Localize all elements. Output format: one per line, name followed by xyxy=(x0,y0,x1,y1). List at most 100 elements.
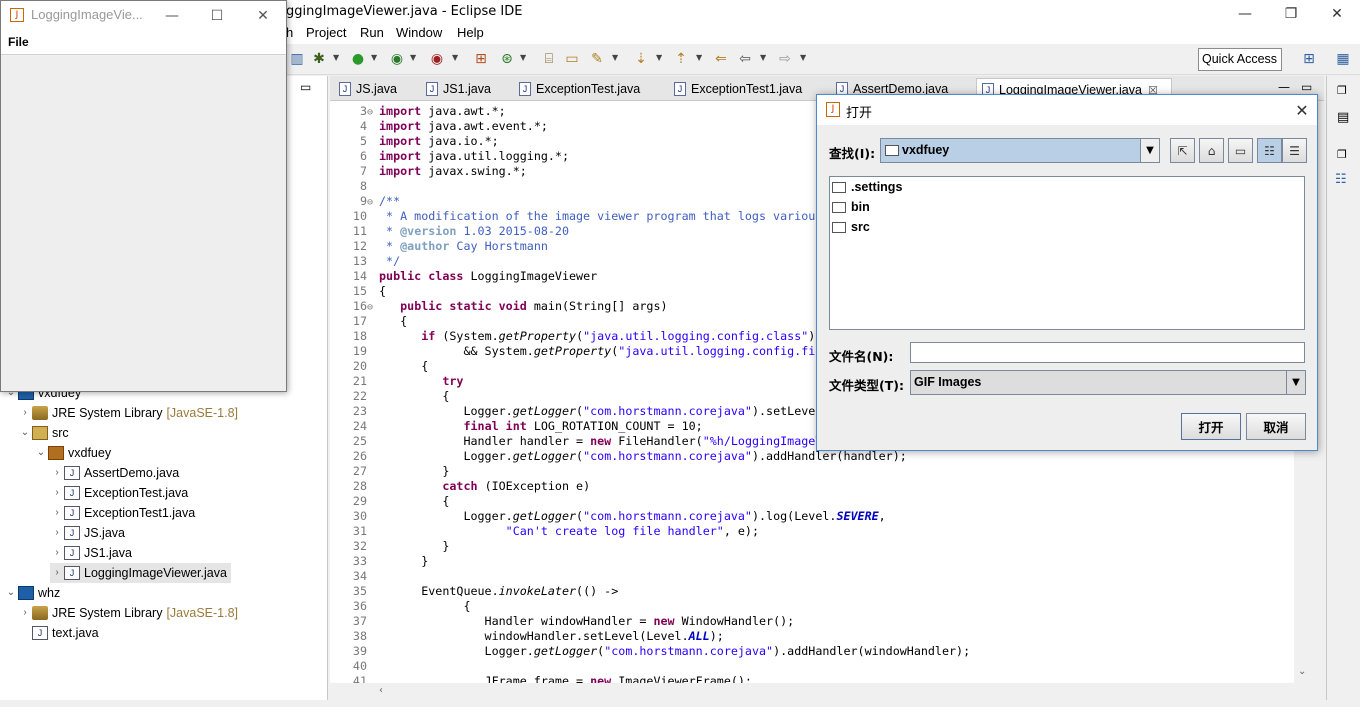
chevron-right-icon[interactable]: › xyxy=(50,503,64,523)
save-all-icon[interactable]: ▥ xyxy=(288,50,306,68)
code-line[interactable]: 16⊖ public static void main(String[] arg… xyxy=(340,299,668,314)
tree-jre-library[interactable]: › JRE System Library [JavaSE-1.8] xyxy=(18,403,238,423)
debug-icon[interactable]: ✱ xyxy=(310,50,328,68)
code-line[interactable]: 10 * A modification of the image viewer … xyxy=(340,209,822,224)
restore-view-icon[interactable]: ❐ xyxy=(1337,84,1347,97)
file-list-item[interactable]: src xyxy=(832,217,870,237)
code-line[interactable]: 12 * @author Cay Horstmann xyxy=(340,239,548,254)
code-line[interactable]: 19 && System.getProperty("java.util.logg… xyxy=(340,344,822,359)
minimize-button[interactable]: — xyxy=(1222,0,1268,27)
file-list-item[interactable]: .settings xyxy=(832,177,902,197)
chevron-right-icon[interactable]: › xyxy=(18,403,32,423)
code-line[interactable]: 3⊖ import java.awt.*; xyxy=(340,104,506,119)
details-view-button[interactable]: ☰ xyxy=(1282,138,1307,163)
code-line[interactable]: 13 */ xyxy=(340,254,400,269)
scroll-left-icon[interactable]: ‹ xyxy=(379,685,383,696)
tree-file-assertdemo[interactable]: › J AssertDemo.java xyxy=(50,463,179,483)
file-list[interactable] xyxy=(829,176,1305,330)
run-icon[interactable]: ● xyxy=(349,50,367,68)
code-line[interactable]: 21 try xyxy=(340,374,464,389)
code-line[interactable]: 36 { xyxy=(340,599,471,614)
code-line[interactable]: 40 xyxy=(340,659,379,674)
java-perspective-icon[interactable]: ▦ xyxy=(1334,50,1352,68)
horizontal-scrollbar[interactable]: ‹ xyxy=(375,683,1294,700)
tab-js1[interactable]: J JS1.java xyxy=(421,78,517,101)
new-folder-button[interactable]: ▭ xyxy=(1228,138,1253,163)
task-list-icon[interactable]: ▤ xyxy=(1337,110,1349,125)
dialog-close-button[interactable]: ✕ xyxy=(1288,95,1316,125)
menu-help[interactable]: Help xyxy=(457,25,484,40)
prev-annotation-icon[interactable]: ⇡ xyxy=(672,50,690,68)
tree-file-js[interactable]: › J JS.java xyxy=(50,523,125,543)
code-line[interactable]: 34 xyxy=(340,569,379,584)
list-view-button[interactable]: ☷ xyxy=(1257,138,1282,163)
maximize-button[interactable]: ❐ xyxy=(1268,0,1314,27)
run-dropdown-icon[interactable]: ▼ xyxy=(371,53,377,62)
code-line[interactable]: 33 } xyxy=(340,554,428,569)
tree-src-folder[interactable]: ⌄ src xyxy=(18,423,69,443)
debug-dropdown-icon[interactable]: ▼ xyxy=(333,53,339,62)
liv-maximize-button[interactable]: ☐ xyxy=(194,1,240,30)
code-line[interactable]: 39 Logger.getLogger("com.horstmann.corej… xyxy=(340,644,970,659)
restore-view-icon[interactable]: ❐ xyxy=(1337,148,1347,161)
new-class-icon[interactable]: ⊛ xyxy=(498,50,516,68)
coverage-icon[interactable]: ◉ xyxy=(388,50,406,68)
cancel-button[interactable]: 取消 xyxy=(1246,413,1306,440)
search-dropdown-icon[interactable]: ▼ xyxy=(612,53,618,62)
code-line[interactable]: 30 Logger.getLogger("com.horstmann.corej… xyxy=(340,509,886,524)
menu-project[interactable]: Project xyxy=(306,25,346,40)
new-class-dropdown-icon[interactable]: ▼ xyxy=(520,53,526,62)
code-line[interactable]: 32 } xyxy=(340,539,449,554)
tab-js[interactable]: J JS.java xyxy=(334,78,420,101)
fold-collapse-icon[interactable]: ⊖ xyxy=(367,300,379,315)
tree-file-exceptiontest1[interactable]: › J ExceptionTest1.java xyxy=(50,503,195,523)
code-line[interactable]: 14 public class LoggingImageViewer xyxy=(340,269,597,284)
code-line[interactable]: 9⊖/** xyxy=(340,194,400,209)
chevron-right-icon[interactable]: › xyxy=(50,523,64,543)
open-folder-icon[interactable]: ▭ xyxy=(563,50,581,68)
filename-input[interactable] xyxy=(910,342,1305,363)
next-annotation-dropdown-icon[interactable]: ▼ xyxy=(656,53,662,62)
close-button[interactable]: ✕ xyxy=(1314,0,1360,27)
chevron-right-icon[interactable]: › xyxy=(50,543,64,563)
new-package-icon[interactable]: ⊞ xyxy=(472,50,490,68)
forward-icon[interactable]: ⇨ xyxy=(776,50,794,68)
tab-exceptiontest1[interactable]: J ExceptionTest1.java xyxy=(669,78,825,101)
tree-jre-library-whz[interactable]: › JRE System Library [JavaSE-1.8] xyxy=(18,603,238,623)
open-button[interactable]: 打开 xyxy=(1181,413,1241,440)
code-line[interactable]: 8 xyxy=(340,179,379,194)
quick-access-field[interactable]: Quick Access xyxy=(1198,48,1282,71)
fold-collapse-icon[interactable]: ⊖ xyxy=(367,105,379,120)
code-line[interactable]: 6 import java.util.logging.*; xyxy=(340,149,569,164)
outline-icon[interactable]: ☷ xyxy=(1335,172,1347,187)
search-icon[interactable]: ✎ xyxy=(588,50,606,68)
code-line[interactable]: 24 final int LOG_ROTATION_COUNT = 10; xyxy=(340,419,703,434)
minimize-view-icon[interactable]: ▭ xyxy=(300,80,311,94)
chevron-right-icon[interactable]: › xyxy=(50,463,64,483)
tree-file-js1[interactable]: › J JS1.java xyxy=(50,543,132,563)
code-line[interactable]: 35 EventQueue.invokeLater(() -> xyxy=(340,584,618,599)
chevron-right-icon[interactable]: › xyxy=(50,563,64,583)
code-line[interactable]: 11 * @version 1.03 2015-08-20 xyxy=(340,224,569,239)
chevron-right-icon[interactable]: › xyxy=(50,483,64,503)
code-line[interactable]: 15 { xyxy=(340,284,386,299)
prev-annotation-dropdown-icon[interactable]: ▼ xyxy=(696,53,702,62)
back-icon[interactable]: ⇦ xyxy=(736,50,754,68)
code-line[interactable]: 25 Handler handler = new FileHandler("%h… xyxy=(340,434,822,449)
code-line[interactable]: 27 } xyxy=(340,464,449,479)
code-line[interactable]: 28 catch (IOException e) xyxy=(340,479,590,494)
up-one-level-button[interactable]: ⇱ xyxy=(1170,138,1195,163)
chevron-down-icon[interactable]: ⌄ xyxy=(4,583,18,603)
code-line[interactable]: 22 { xyxy=(340,389,449,404)
code-line[interactable]: 31 "Can't create log file handler", e); xyxy=(340,524,759,539)
code-line[interactable]: 20 { xyxy=(340,359,428,374)
tree-file-text[interactable]: J text.java xyxy=(18,623,99,643)
external-tools-icon[interactable]: ◉ xyxy=(428,50,446,68)
tree-file-exceptiontest[interactable]: › J ExceptionTest.java xyxy=(50,483,188,503)
code-line[interactable]: 29 { xyxy=(340,494,449,509)
liv-menu-file[interactable]: File xyxy=(8,35,29,49)
tree-project-whz[interactable]: ⌄ whz xyxy=(4,583,60,603)
liv-minimize-button[interactable]: — xyxy=(149,1,195,30)
code-line[interactable]: 26 Logger.getLogger("com.horstmann.corej… xyxy=(340,449,907,464)
chevron-down-icon[interactable]: ▼ xyxy=(1286,371,1305,394)
